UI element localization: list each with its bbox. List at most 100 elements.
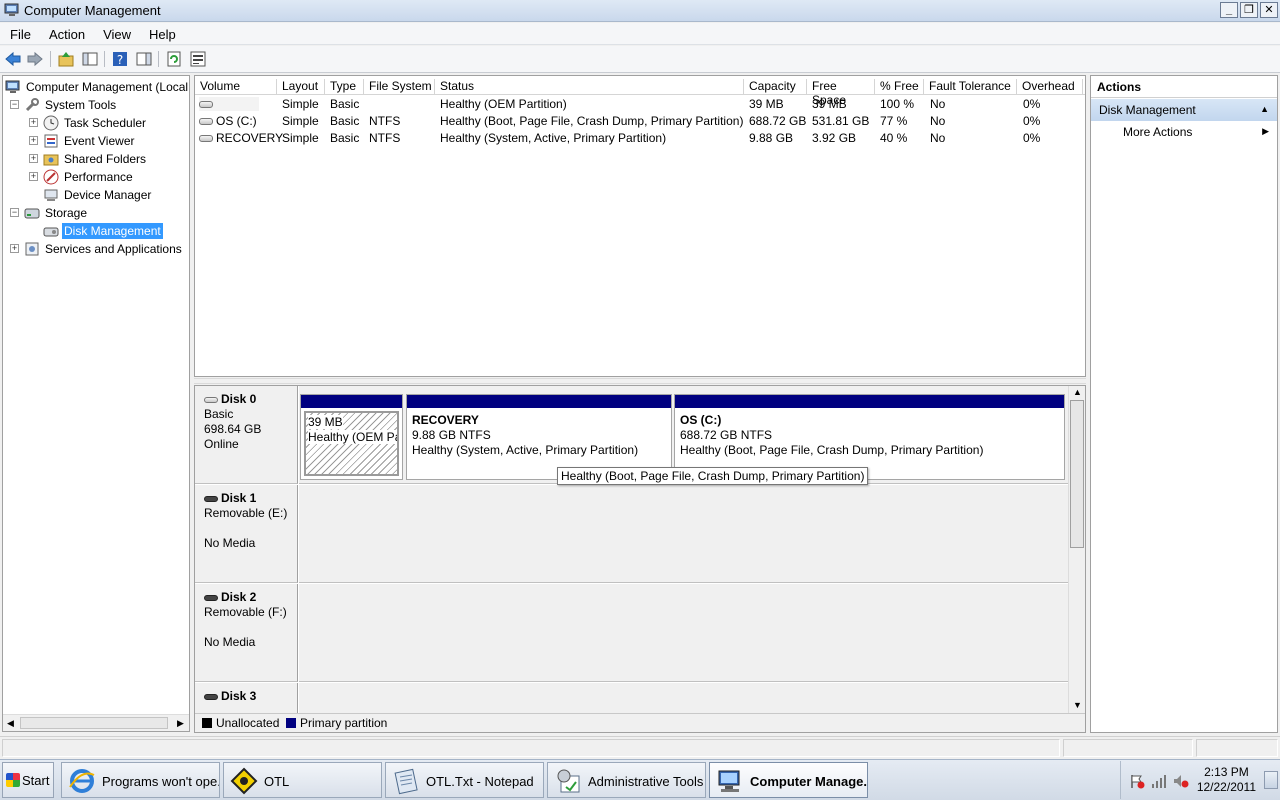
menu-file[interactable]: File xyxy=(0,23,39,44)
tree-label: Performance xyxy=(64,170,133,184)
device-manager-icon xyxy=(44,189,58,201)
performance-icon xyxy=(43,169,59,185)
taskbar-item-otl[interactable]: OTL xyxy=(223,762,382,798)
status-cell: Healthy (System, Active, Primary Partiti… xyxy=(440,131,667,145)
column-header-status[interactable]: Status xyxy=(435,79,744,95)
unallocated-swatch xyxy=(202,718,212,728)
volume-row[interactable]: OS (C:) Simple Basic NTFS Healthy (Boot,… xyxy=(195,113,1085,130)
clock[interactable]: 2:13 PM 12/22/2011 xyxy=(1197,765,1256,795)
scroll-down-icon[interactable]: ▼ xyxy=(1073,700,1082,710)
expand-icon[interactable]: + xyxy=(10,244,19,253)
minimize-button[interactable]: _ xyxy=(1220,2,1238,18)
layout-cell: Simple xyxy=(282,114,319,128)
tree-horizontal-scrollbar[interactable]: ◀ ▶ xyxy=(3,714,189,731)
column-header-fault-tolerance[interactable]: Fault Tolerance xyxy=(924,79,1017,95)
volume-muted-icon[interactable] xyxy=(1173,773,1189,789)
disk-3-label[interactable]: Disk 3 xyxy=(195,683,298,714)
network-icon[interactable] xyxy=(1151,773,1167,789)
column-header-free-space[interactable]: Free Space xyxy=(807,79,875,107)
partition-oem[interactable]: 39 MB Healthy (OEM Pa xyxy=(300,394,403,480)
expand-icon[interactable]: + xyxy=(29,172,38,181)
volume-cell: OS (C:) xyxy=(199,114,257,128)
disk-icon xyxy=(204,396,218,403)
services-icon xyxy=(25,242,39,256)
status-cell: Healthy (Boot, Page File, Crash Dump, Pr… xyxy=(440,114,744,128)
expand-icon[interactable]: + xyxy=(29,118,38,127)
capacity-cell: 9.88 GB xyxy=(749,131,794,145)
column-header-percent-free[interactable]: % Free xyxy=(875,79,924,95)
forward-icon[interactable] xyxy=(26,50,44,68)
back-icon[interactable] xyxy=(4,50,22,68)
column-header-capacity[interactable]: Capacity xyxy=(744,79,807,95)
collapse-icon[interactable]: − xyxy=(10,208,19,217)
title-bar: Computer Management _ ❐ ✕ xyxy=(0,0,1280,22)
up-one-level-icon[interactable] xyxy=(57,50,75,68)
partition-tooltip: Healthy (Boot, Page File, Crash Dump, Pr… xyxy=(557,467,869,485)
disk-0-label[interactable]: Disk 0 Basic 698.64 GB Online xyxy=(195,386,298,484)
column-header-layout[interactable]: Layout xyxy=(277,79,325,95)
tree-label: Device Manager xyxy=(64,188,152,202)
removable-disk-icon xyxy=(204,594,218,601)
disk-management-icon xyxy=(43,227,59,237)
show-hide-console-tree-icon[interactable] xyxy=(81,50,99,68)
overhead-cell: 0% xyxy=(1023,97,1041,111)
partition-legend: Unallocated Primary partition xyxy=(195,713,1085,732)
pane-splitter[interactable] xyxy=(194,378,1086,384)
scroll-left-icon[interactable]: ◀ xyxy=(7,718,14,729)
show-desktop-button[interactable] xyxy=(1264,771,1278,789)
submenu-arrow-icon: ▶ xyxy=(1262,126,1269,136)
help-icon[interactable]: ? xyxy=(111,50,129,68)
file-system-cell: NTFS xyxy=(369,114,401,128)
show-hide-action-pane-icon[interactable] xyxy=(135,50,153,68)
actions-section-disk-management[interactable]: Disk Management ▲ xyxy=(1091,99,1277,121)
free-space-cell: 39 MB xyxy=(812,97,847,111)
collapse-arrow-icon[interactable]: ▲ xyxy=(1260,104,1269,114)
disk-2-label[interactable]: Disk 2 Removable (F:) No Media xyxy=(195,584,298,682)
disk-view-vertical-scrollbar[interactable]: ▲ ▼ xyxy=(1068,386,1085,714)
column-header-volume[interactable]: Volume xyxy=(195,79,277,95)
expand-icon[interactable]: + xyxy=(29,136,38,145)
collapse-icon[interactable]: − xyxy=(10,100,19,109)
toolbar: ? xyxy=(0,46,1280,73)
percent-free-cell: 77 % xyxy=(880,114,908,128)
column-header-file-system[interactable]: File System xyxy=(364,79,435,95)
volume-row[interactable]: RECOVERY Simple Basic NTFS Healthy (Syst… xyxy=(195,130,1085,147)
column-header-overhead[interactable]: Overhead xyxy=(1017,79,1083,95)
action-center-flag-icon[interactable] xyxy=(1129,773,1145,789)
scroll-thumb[interactable] xyxy=(20,717,168,729)
taskbar-item-notepad[interactable]: OTL.Txt - Notepad xyxy=(385,762,544,798)
notepad-icon xyxy=(394,768,418,795)
status-cell: Healthy (OEM Partition) xyxy=(440,97,567,111)
clock-date: 12/22/2011 xyxy=(1196,780,1256,794)
taskbar-item-computer-management[interactable]: Computer Manage... xyxy=(709,762,868,798)
file-system-cell: NTFS xyxy=(369,131,401,145)
expand-icon[interactable]: + xyxy=(29,154,38,163)
partition-size: 39 MB xyxy=(308,415,343,429)
removable-disk-icon xyxy=(204,693,218,700)
scroll-right-icon[interactable]: ▶ xyxy=(177,718,184,729)
tools-icon xyxy=(25,98,39,112)
taskbar-item-administrative-tools[interactable]: Administrative Tools xyxy=(547,762,706,798)
scroll-thumb[interactable] xyxy=(1070,400,1084,548)
volume-row[interactable]: Simple Basic Healthy (OEM Partition) 39 … xyxy=(195,96,1085,113)
otl-icon xyxy=(230,767,258,795)
start-button[interactable]: Start xyxy=(2,762,54,798)
disk-3-area xyxy=(299,683,1069,714)
tree-label: Computer Management (Local xyxy=(26,80,189,94)
shared-folder-icon xyxy=(43,154,59,166)
restore-button[interactable]: ❐ xyxy=(1240,2,1258,18)
menu-view[interactable]: View xyxy=(93,23,139,44)
actions-pane: Actions Disk Management ▲ More Actions ▶ xyxy=(1090,75,1278,733)
menu-action[interactable]: Action xyxy=(39,23,93,44)
disk-1-label[interactable]: Disk 1 Removable (E:) No Media xyxy=(195,485,298,583)
properties-icon[interactable] xyxy=(189,50,207,68)
close-button[interactable]: ✕ xyxy=(1260,2,1278,18)
svg-text:?: ? xyxy=(117,53,123,67)
more-actions-item[interactable]: More Actions ▶ xyxy=(1091,121,1277,143)
scroll-up-icon[interactable]: ▲ xyxy=(1073,387,1082,397)
taskbar-item-internet-explorer[interactable]: Programs won't ope... xyxy=(61,762,220,798)
window-title: Computer Management xyxy=(24,3,161,18)
column-header-type[interactable]: Type xyxy=(325,79,364,95)
menu-help[interactable]: Help xyxy=(139,23,184,44)
refresh-icon[interactable] xyxy=(165,50,183,68)
